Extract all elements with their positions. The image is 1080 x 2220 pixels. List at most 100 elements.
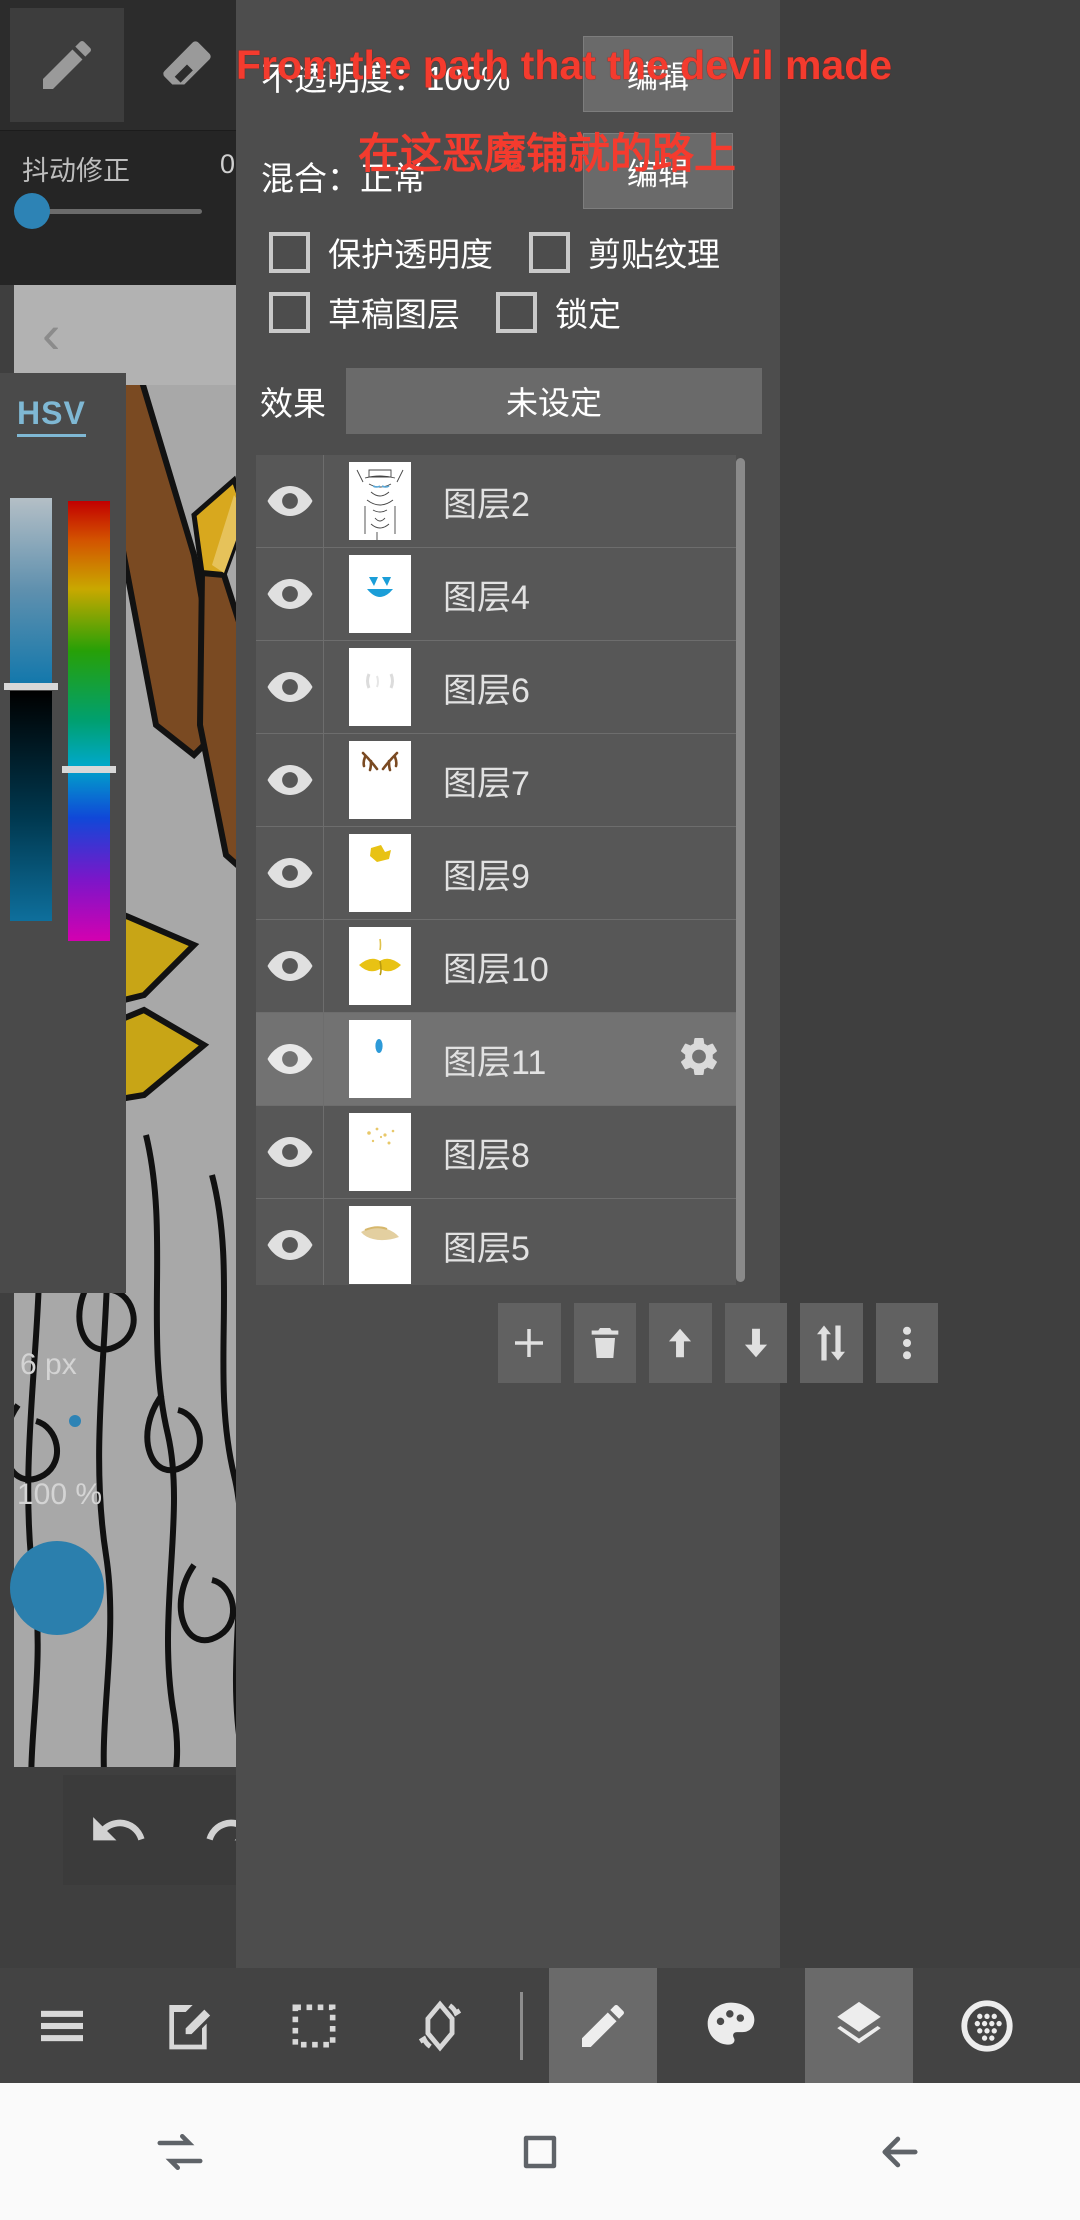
pencil-icon xyxy=(582,2004,624,2047)
edit-button[interactable] xyxy=(134,1968,242,2083)
layer-more-button[interactable] xyxy=(875,1303,938,1383)
color-panel: HSV 6 px 100 % xyxy=(0,373,126,1635)
reorder-layers-button[interactable] xyxy=(800,1303,863,1383)
table-row[interactable]: 图层9 xyxy=(256,826,736,920)
layer-visibility-toggle[interactable] xyxy=(256,1012,324,1106)
layer-thumbnail xyxy=(349,1113,411,1191)
checkbox-lock-layer-label: 锁定 xyxy=(555,296,621,333)
recents-button[interactable] xyxy=(0,2125,360,2179)
undo-arrow-icon xyxy=(93,1817,145,1841)
layer-visibility-toggle[interactable] xyxy=(256,1105,324,1199)
hsv-mode-label[interactable]: HSV xyxy=(17,395,86,437)
layer-effect-label: 效果 xyxy=(260,385,326,422)
thumbnail-antlers xyxy=(349,741,411,819)
value-slider[interactable] xyxy=(10,498,52,690)
subtitle-chinese: 在这恶魔铺就的路上 xyxy=(358,130,737,177)
eye-icon xyxy=(267,486,312,516)
stabilizer-slider-knob[interactable] xyxy=(14,193,50,229)
android-nav-bar xyxy=(0,2083,1080,2220)
layer-name: 图层5 xyxy=(443,1229,530,1268)
checkbox-row-2: 草稿图层 锁定 xyxy=(269,288,621,336)
table-row[interactable]: 图层7 xyxy=(256,733,736,827)
layer-visibility-toggle[interactable] xyxy=(256,547,324,641)
layer-thumbnail xyxy=(349,1020,411,1098)
eraser-tool[interactable] xyxy=(130,8,244,122)
thumbnail-face xyxy=(349,555,411,633)
eye-icon xyxy=(267,1230,312,1260)
undo-button[interactable] xyxy=(88,1799,150,1861)
gear-icon xyxy=(680,1038,717,1075)
layer-effect-row: 效果 未设定 xyxy=(260,368,762,434)
stabilizer-value: 0 xyxy=(220,149,236,179)
thumbnail-specks xyxy=(349,1113,411,1191)
hamburger-icon xyxy=(41,2010,83,2041)
layer-list-scrollbar[interactable] xyxy=(736,458,745,1282)
hue-slider[interactable] xyxy=(68,501,110,941)
checkbox-row-1: 保护透明度 剪贴纹理 xyxy=(269,228,720,276)
material-button[interactable] xyxy=(933,1968,1041,2083)
more-vertical-icon xyxy=(902,1326,911,1360)
layer-thumbnail xyxy=(349,834,411,912)
table-row[interactable]: 图层10 xyxy=(256,919,736,1013)
palette-button[interactable] xyxy=(677,1968,785,2083)
table-row[interactable]: 图层11 xyxy=(256,1012,736,1106)
move-layer-up-button[interactable] xyxy=(649,1303,712,1383)
thumbnail-gold-wings xyxy=(349,927,411,1005)
layer-thumbnail xyxy=(349,555,411,633)
back-button[interactable] xyxy=(720,2126,1080,2178)
table-row[interactable]: 图层4 xyxy=(256,547,736,641)
checkbox-protect-alpha[interactable] xyxy=(269,231,310,273)
layer-visibility-toggle[interactable] xyxy=(256,640,324,734)
delete-layer-button[interactable] xyxy=(573,1303,636,1383)
layer-visibility-toggle[interactable] xyxy=(256,919,324,1013)
layer-visibility-toggle[interactable] xyxy=(256,455,324,548)
table-row[interactable]: 图层2 xyxy=(256,455,736,548)
eye-icon xyxy=(267,858,312,888)
stabilizer-label: 抖动修正 xyxy=(22,156,130,186)
layer-name: 图层7 xyxy=(443,764,530,803)
checkbox-draft-layer-label: 草稿图层 xyxy=(328,296,460,333)
saturation-slider[interactable] xyxy=(10,691,52,921)
table-row[interactable]: 图层8 xyxy=(256,1105,736,1199)
checkbox-draft-layer[interactable] xyxy=(269,291,310,333)
thumbnail-white-marks xyxy=(349,648,411,726)
move-layer-down-button[interactable] xyxy=(724,1303,787,1383)
eye-icon xyxy=(267,672,312,702)
brush-size-label: 6 px xyxy=(20,1348,77,1381)
pencil-tool[interactable] xyxy=(10,8,124,122)
eye-icon xyxy=(267,579,312,609)
table-row[interactable]: 图层6 xyxy=(256,640,736,734)
eraser-icon xyxy=(163,41,211,85)
layer-effect-select[interactable]: 未设定 xyxy=(346,368,762,434)
brush-button[interactable] xyxy=(549,1968,657,2083)
checkbox-clipping-mask-label: 剪贴纹理 xyxy=(588,236,720,273)
checkbox-clipping-mask[interactable] xyxy=(529,231,570,273)
layer-visibility-toggle[interactable] xyxy=(256,826,324,920)
layer-thumbnail xyxy=(349,1206,411,1284)
layer-visibility-toggle[interactable] xyxy=(256,733,324,827)
table-row[interactable]: 图层5 xyxy=(256,1198,736,1285)
value-slider-marker[interactable] xyxy=(4,683,58,690)
trash-icon xyxy=(591,1328,619,1358)
transform-button[interactable] xyxy=(386,1968,494,2083)
add-layer-button[interactable] xyxy=(498,1303,561,1383)
checkbox-lock-layer[interactable] xyxy=(496,291,537,333)
home-button[interactable] xyxy=(360,2128,720,2176)
layer-name: 图层11 xyxy=(443,1043,547,1082)
select-button[interactable] xyxy=(260,1968,368,2083)
layer-settings-button[interactable] xyxy=(676,1034,722,1085)
layer-thumbnail xyxy=(349,462,411,540)
layer-visibility-toggle[interactable] xyxy=(256,1198,324,1285)
hue-slider-marker[interactable] xyxy=(62,766,116,773)
app-toolbar xyxy=(0,1968,1080,2083)
layer-name: 图层4 xyxy=(443,578,530,617)
plus-icon xyxy=(515,1329,544,1357)
layer-list[interactable]: 图层2 图层4 图层6 图层7 图层9 图层10 图层11 图层8 图层5 xyxy=(256,455,756,1285)
menu-button[interactable] xyxy=(8,1968,116,2083)
current-color-swatch[interactable] xyxy=(10,1541,104,1635)
layers-button[interactable] xyxy=(805,1968,913,2083)
layer-action-bar xyxy=(498,1303,938,1383)
marquee-icon xyxy=(292,2004,336,2047)
chevron-left-icon[interactable]: ‹ xyxy=(42,307,60,362)
brush-size-preview xyxy=(69,1415,81,1427)
